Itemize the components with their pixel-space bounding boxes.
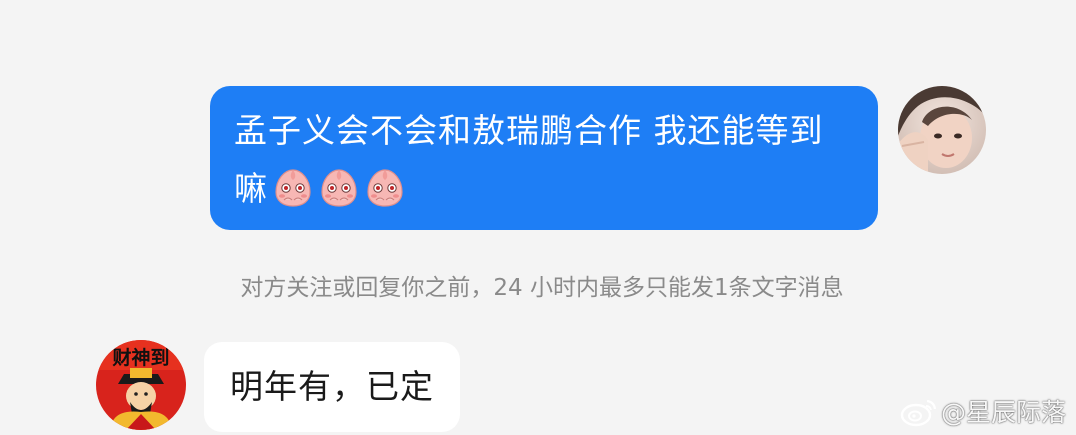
self-avatar[interactable] xyxy=(898,86,986,174)
watermark-text: @星辰际落 xyxy=(940,398,1066,427)
weibo-watermark: @星辰际落 xyxy=(899,393,1066,429)
incoming-message-text: 明年有，已定 xyxy=(230,367,434,406)
emoji-group xyxy=(268,169,406,208)
shy-peach-emoji-icon xyxy=(275,169,311,207)
outgoing-message-bubble[interactable]: 孟子义会不会和敖瑞鹏合作 我还能等到嘛 xyxy=(210,86,878,230)
caishen-avatar-icon: 财神到 xyxy=(96,340,186,430)
caishen-avatar-label: 财神到 xyxy=(112,346,169,369)
shy-peach-emoji-icon xyxy=(367,169,403,207)
messaging-limit-notice: 对方关注或回复你之前，24 小时内最多只能发1条文字消息 xyxy=(240,275,844,301)
contact-avatar[interactable]: 财神到 xyxy=(96,340,186,430)
user-avatar-photo-icon xyxy=(898,86,986,174)
chat-view: 孟子义会不会和敖瑞鹏合作 我还能等到嘛 对方关注或回复你之前，24 小时内最多只… xyxy=(0,0,1076,435)
shy-peach-emoji-icon xyxy=(321,169,357,207)
incoming-message-bubble[interactable]: 明年有，已定 xyxy=(204,342,460,432)
weibo-logo-icon xyxy=(900,399,937,427)
